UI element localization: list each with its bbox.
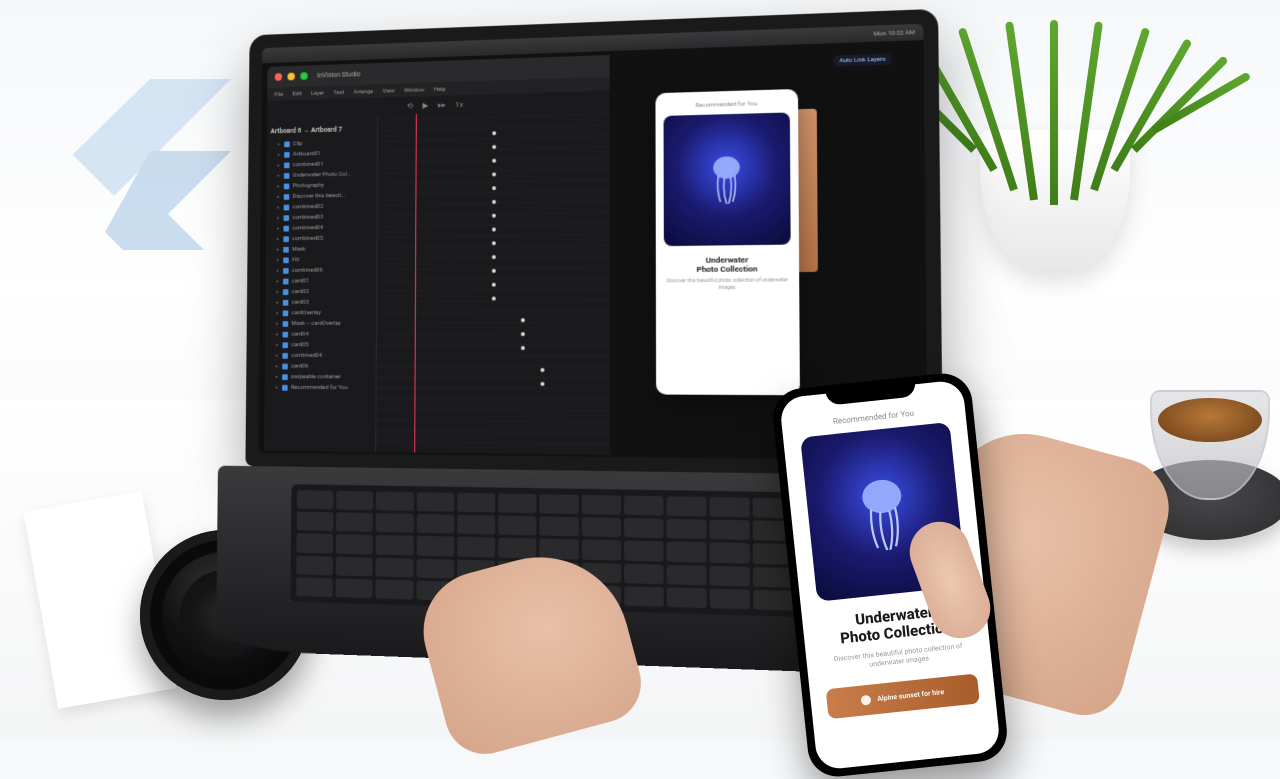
layer-label: combined04 (292, 224, 323, 231)
avatar-icon (861, 695, 872, 706)
layer-icon (282, 321, 288, 327)
menubar-clock: Mon 10:32 AM (874, 29, 915, 38)
layer-label: card05 (291, 341, 308, 348)
layer-label: card06 (291, 363, 308, 370)
layer-item[interactable]: swipeable container (268, 371, 372, 382)
flutter-logo (60, 70, 240, 250)
layer-label: Artboard01 (293, 150, 321, 157)
layer-label: card04 (291, 331, 308, 338)
artboard-label: Artboard 6 → Artboard 7 (271, 125, 374, 135)
layer-icon (283, 194, 289, 200)
preview-title: Underwater Photo Collection (664, 255, 791, 275)
layer-label: combined03 (292, 214, 323, 221)
menu-help[interactable]: Help (434, 85, 446, 92)
preview-adjacent-card (796, 109, 818, 272)
phone-bottom-label: Alpine sunset for hire (877, 688, 945, 703)
layer-icon (282, 342, 288, 348)
preview-recommended-label: Recommended for You (663, 99, 789, 110)
forward-icon[interactable]: ▸▸ (438, 100, 446, 109)
app-title: InVision Studio (317, 70, 361, 79)
layer-icon (282, 353, 288, 359)
layer-icon (282, 331, 288, 337)
layer-icon (282, 289, 288, 295)
menu-layer[interactable]: Layer (311, 89, 324, 96)
menu-file[interactable]: File (275, 91, 284, 98)
preview-description: Discover this beautiful photo collection… (664, 278, 791, 292)
layer-item[interactable]: Mask – cardOverlay (269, 318, 372, 329)
menu-text[interactable]: Text (334, 89, 345, 96)
jellyfish-icon (706, 153, 747, 204)
minimize-icon[interactable] (287, 73, 294, 81)
layer-label: Photography (293, 182, 324, 189)
phone-bottom-card[interactable]: Alpine sunset for hire (826, 674, 980, 720)
rewind-icon[interactable]: ⟲ (407, 101, 413, 110)
layer-label: cardOverlay (291, 309, 320, 316)
jellyfish-icon (850, 473, 918, 554)
layer-icon (283, 268, 289, 274)
layer-label: Recommended for You (291, 384, 348, 391)
menu-edit[interactable]: Edit (292, 90, 301, 97)
layer-icon (284, 151, 290, 157)
layer-label: Underwater Photo Col… (293, 171, 351, 179)
layer-label: combined02 (292, 203, 323, 210)
layer-icon (283, 236, 289, 242)
layer-label: Clip (293, 140, 302, 147)
layer-item[interactable]: Recommended for You (268, 382, 372, 393)
plant-leaves (950, 20, 1170, 200)
layer-icon (282, 374, 288, 380)
layer-icon (283, 204, 289, 210)
timeline-grid[interactable] (376, 108, 610, 454)
layer-label: card03 (292, 299, 309, 306)
layer-icon (284, 162, 290, 168)
layer-icon (283, 278, 289, 284)
layer-item[interactable]: card02 (269, 286, 372, 297)
playhead[interactable] (414, 114, 417, 453)
layer-item[interactable]: card03 (269, 296, 372, 307)
layers-panel[interactable]: Artboard 6 → Artboard 7 Clip Artboard01 co… (264, 115, 378, 452)
layer-icon (283, 173, 289, 179)
layer-icon (283, 225, 289, 231)
layer-label: card02 (292, 288, 309, 295)
layer-icon (283, 257, 289, 263)
layer-label: combined01 (293, 161, 324, 168)
layer-item[interactable]: card05 (269, 339, 373, 350)
layer-item[interactable]: combined04 (268, 350, 372, 361)
preview-hero-image[interactable] (664, 112, 791, 246)
layer-label: combined06 (292, 267, 323, 274)
layer-item[interactable]: card01 (269, 275, 372, 287)
layer-icon (283, 215, 289, 221)
layer-label: card01 (292, 277, 309, 284)
menu-view[interactable]: View (382, 87, 394, 94)
coffee-liquid (1158, 398, 1262, 442)
layer-item[interactable]: cardOverlay (269, 307, 372, 318)
layer-label: swipeable container (291, 373, 341, 380)
layer-item[interactable]: card06 (268, 361, 372, 372)
layer-item[interactable]: card04 (269, 329, 372, 340)
close-icon[interactable] (275, 73, 282, 81)
menu-window[interactable]: Window (404, 86, 424, 93)
layer-label: combined05 (292, 235, 323, 242)
layer-label: Mask – cardOverlay (291, 320, 340, 327)
auto-link-layers-badge[interactable]: Auto Link Layers (833, 53, 892, 66)
layer-icon (282, 299, 288, 305)
layer-icon (284, 141, 290, 147)
layer-label: combined04 (291, 352, 322, 359)
maximize-icon[interactable] (300, 72, 307, 80)
layer-label: Fill (292, 256, 299, 263)
layer-icon (282, 384, 288, 390)
menu-arrange[interactable]: Arrange (353, 88, 373, 95)
play-icon[interactable]: ▶ (423, 101, 429, 110)
design-app-window: InVision Studio File Edit Layer Text Arr… (264, 55, 610, 455)
layer-icon (283, 183, 289, 189)
layer-icon (282, 310, 288, 316)
layer-icon (282, 363, 288, 369)
layer-label: Discover this beauti… (292, 192, 344, 200)
timeline-speed[interactable]: 1x (455, 99, 463, 108)
layer-icon (283, 246, 289, 252)
laptop-preview-canvas[interactable]: Recommended for You Underwater Photo Col… (655, 89, 799, 395)
layer-label: Mask (292, 246, 306, 253)
